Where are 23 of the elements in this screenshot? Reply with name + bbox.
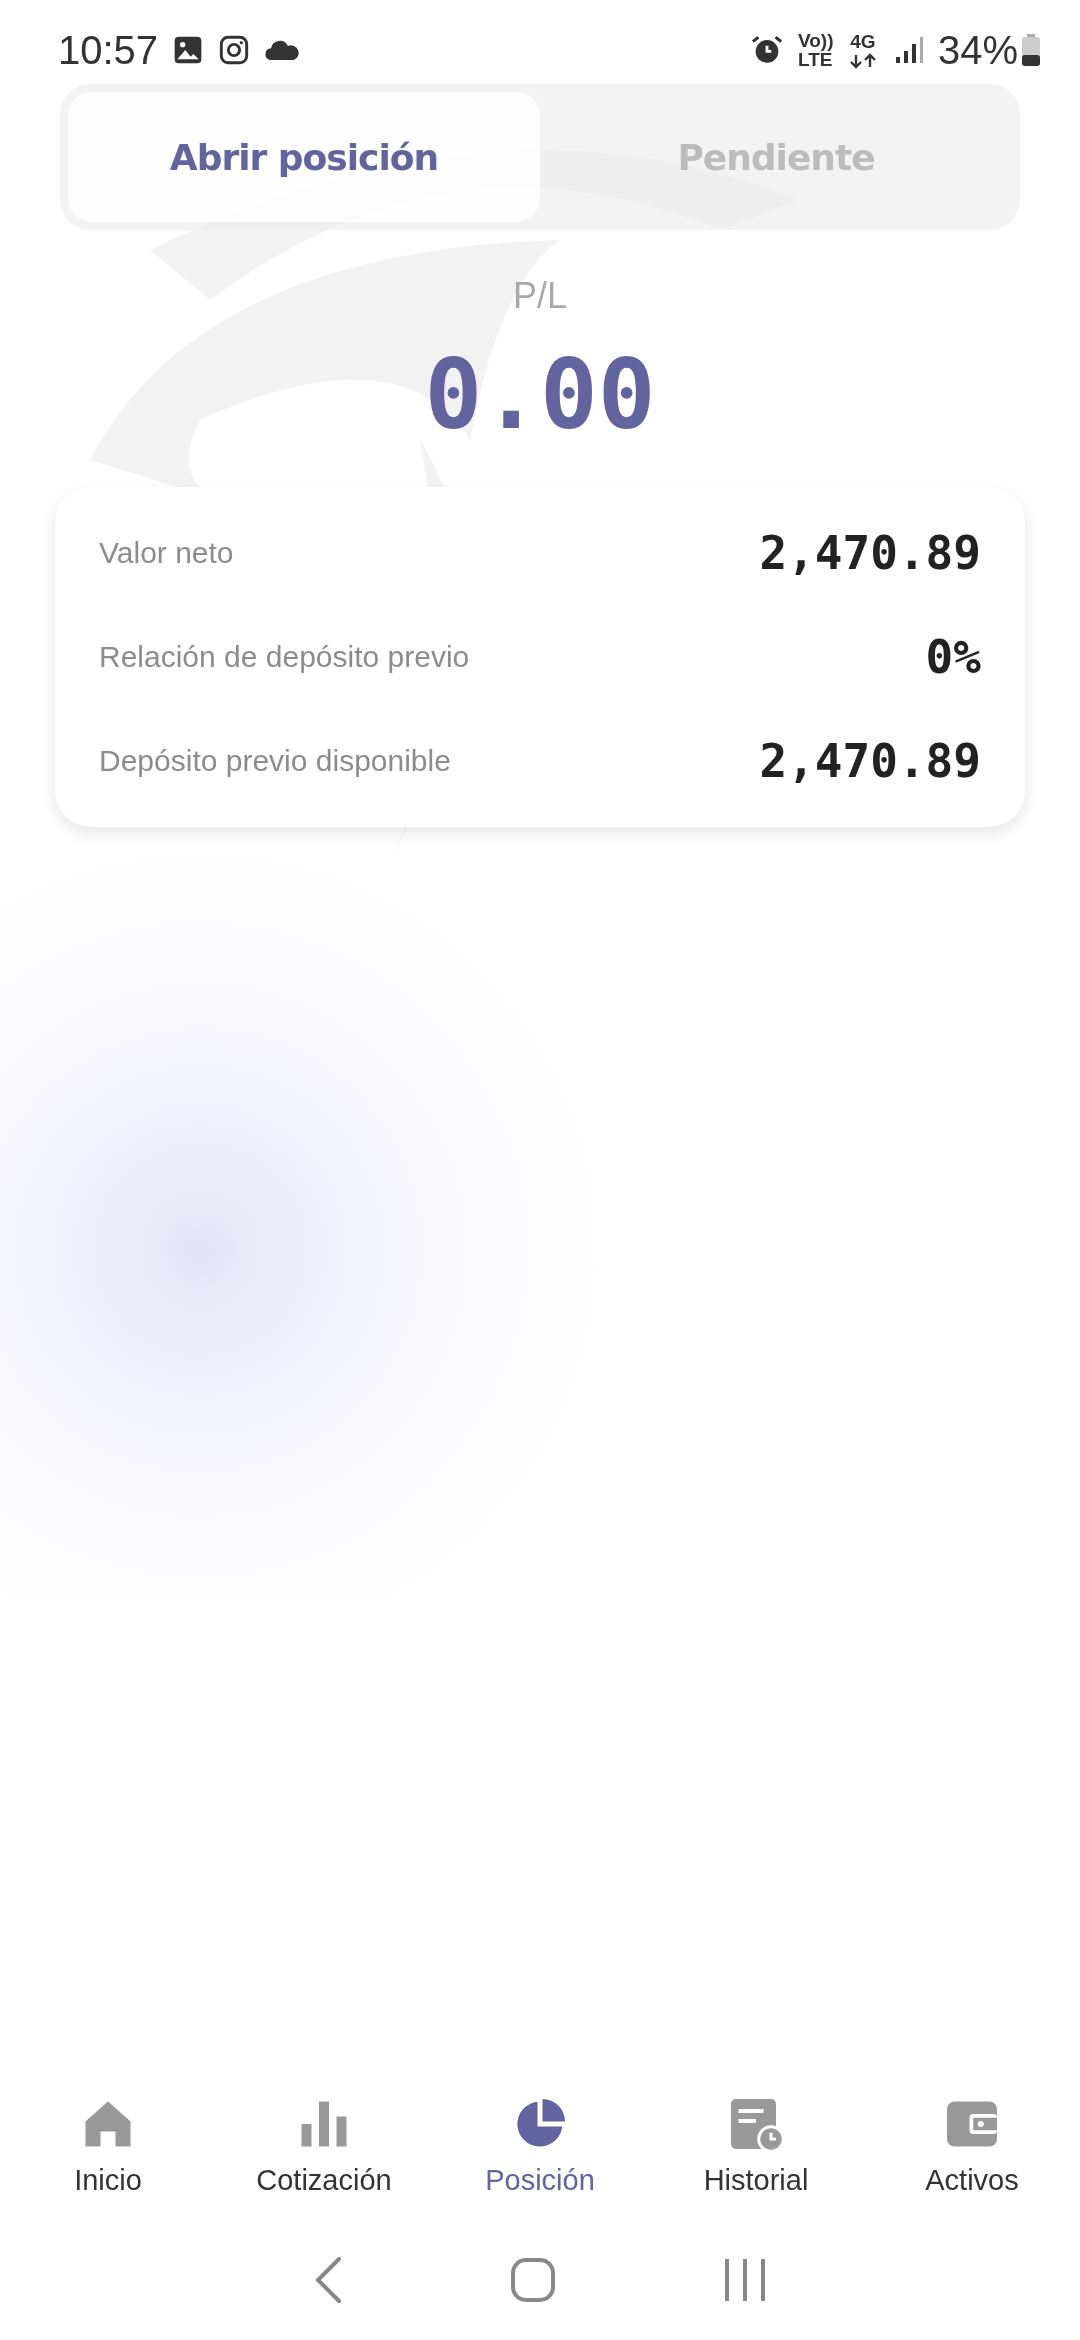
nav-item[interactable]: Inicio: [0, 2093, 216, 2197]
camera-icon: [218, 34, 251, 66]
cloud-icon: [264, 38, 301, 62]
nav-item[interactable]: Historial: [648, 2093, 864, 2197]
summary-label: Valor neto: [99, 536, 234, 570]
pl-label: P/L: [512, 275, 567, 317]
signal-icon: [893, 35, 924, 65]
summary-value: 2,470.89: [759, 526, 981, 580]
volte-indicator: Vo)) LTE: [797, 31, 832, 69]
battery-icon: [1022, 34, 1040, 66]
nav-item[interactable]: Activos: [864, 2093, 1080, 2197]
data-arrows-icon: [847, 52, 878, 69]
network-type: 4G: [849, 31, 877, 51]
summary-label: Relación de depósito previo: [99, 640, 470, 674]
battery-percent: 34%: [937, 27, 1018, 73]
summary-label: Depósito previo disponible: [99, 744, 451, 778]
tab[interactable]: Abrir posición: [68, 92, 540, 222]
nav-item[interactable]: Cotización: [216, 2093, 432, 2197]
pl-value: 0.00: [424, 339, 656, 451]
summary-value: 2,470.89: [759, 734, 981, 788]
nav-item[interactable]: Posición: [432, 2093, 648, 2197]
status-time: 10:57: [58, 27, 159, 73]
summary-value: 0%: [925, 630, 981, 684]
